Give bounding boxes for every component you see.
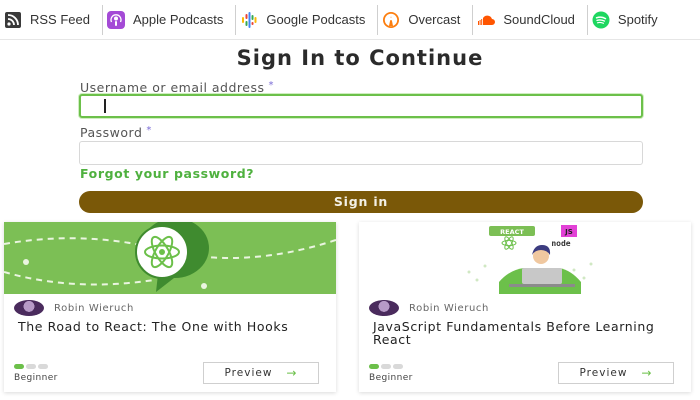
level-indicator [369, 364, 403, 369]
arrow-right-icon: → [641, 366, 653, 380]
apple-podcasts-icon [106, 10, 125, 29]
course-title[interactable]: The Road to React: The One with Hooks [18, 320, 318, 333]
podcast-links-bar: RSS Feed Apple Podcasts Google Podcasts … [0, 0, 700, 40]
author-avatar [369, 300, 399, 316]
preview-button[interactable]: Preview → [203, 362, 319, 384]
author-avatar [14, 300, 44, 316]
overcast-link[interactable]: Overcast [378, 4, 474, 35]
password-field[interactable] [79, 141, 643, 165]
level-dot [381, 364, 391, 369]
signin-button[interactable]: Sign in [79, 191, 643, 213]
course-author: Robin Wieruch [14, 300, 134, 316]
overcast-label: Overcast [408, 12, 461, 27]
course-cover-image [4, 222, 336, 294]
overcast-icon [382, 11, 400, 29]
username-label: Username or email address * [80, 80, 274, 95]
preview-button[interactable]: Preview → [558, 362, 674, 384]
preview-button-label: Preview [224, 367, 273, 379]
password-label: Password * [80, 125, 152, 140]
google-podcasts-link[interactable]: Google Podcasts [236, 4, 379, 35]
level-dot [369, 364, 379, 369]
author-name: Robin Wieruch [54, 302, 134, 314]
course-card[interactable]: Robin Wieruch The Road to React: The One… [4, 222, 336, 392]
soundcloud-icon [477, 11, 496, 29]
apple-podcasts-link[interactable]: Apple Podcasts [103, 4, 237, 35]
course-cover-image: REACT JS node [359, 222, 691, 294]
rss-icon [4, 11, 22, 29]
username-label-text: Username or email address [80, 80, 265, 95]
level-dot [26, 364, 36, 369]
course-title[interactable]: JavaScript Fundamentals Before Learning … [373, 320, 673, 346]
username-required-mark: * [268, 80, 275, 91]
spotify-link[interactable]: Spotify [588, 5, 670, 35]
js-badge: JS [564, 228, 573, 236]
course-author: Robin Wieruch [369, 300, 489, 316]
node-badge: node [551, 239, 570, 248]
course-level: Beginner [14, 373, 58, 383]
spotify-label: Spotify [617, 12, 658, 27]
forgot-password-link[interactable]: Forgot your password? [80, 166, 254, 181]
react-badge: REACT [500, 228, 524, 236]
password-required-mark: * [146, 125, 152, 136]
rss-feed-label: RSS Feed [30, 12, 90, 27]
level-dot [38, 364, 48, 369]
google-podcasts-label: Google Podcasts [266, 12, 366, 27]
google-podcasts-icon [240, 11, 258, 29]
level-dot [14, 364, 24, 369]
spotify-icon [592, 11, 610, 29]
apple-podcasts-label: Apple Podcasts [132, 12, 224, 27]
password-label-text: Password [80, 125, 143, 140]
text-cursor [104, 99, 106, 113]
level-indicator [14, 364, 48, 369]
level-dot [393, 364, 403, 369]
soundcloud-label: SoundCloud [503, 12, 575, 27]
preview-button-label: Preview [579, 367, 628, 379]
course-level: Beginner [369, 373, 413, 383]
author-name: Robin Wieruch [409, 302, 489, 314]
rss-feed-link[interactable]: RSS Feed [0, 4, 103, 35]
soundcloud-link[interactable]: SoundCloud [473, 4, 588, 35]
course-card[interactable]: REACT JS node Robin Wieruch JavaScript F… [359, 222, 691, 392]
username-field[interactable] [79, 94, 643, 118]
arrow-right-icon: → [286, 366, 298, 380]
signin-title: Sign In to Continue [236, 46, 484, 70]
